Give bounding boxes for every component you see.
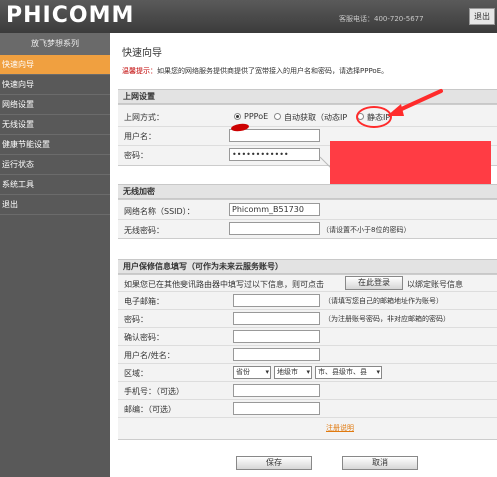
password-label: 密码：: [124, 151, 148, 160]
email-input[interactable]: [233, 294, 320, 307]
divider: [118, 309, 497, 310]
region-label: 区域：: [124, 369, 148, 378]
divider: [118, 417, 497, 418]
wifi-key-label: 无线密码：: [124, 226, 164, 235]
district-select[interactable]: 市、县级市、县 ▾: [315, 366, 382, 379]
radio-pppoe-label: PPPoE: [244, 112, 269, 121]
phone-input[interactable]: [233, 384, 320, 397]
account-password-label: 密码：: [124, 315, 148, 324]
divider: [118, 381, 497, 382]
radio-dhcp[interactable]: [274, 113, 281, 120]
account-intro: 如果您已在其他斐讯路由器中填写过以下信息，则可点击: [124, 280, 324, 289]
save-button[interactable]: 保存: [236, 456, 312, 470]
sidebar-item-power-saving[interactable]: 健康节能设置: [0, 135, 110, 155]
section-wireless-heading: 无线加密: [118, 184, 497, 199]
name-label: 用户名/姓名：: [124, 351, 175, 360]
sidebar-item-system-tools[interactable]: 系统工具: [0, 175, 110, 195]
online-login-button[interactable]: 在此登录: [345, 276, 403, 290]
email-label: 电子邮箱：: [124, 297, 164, 306]
city-value: 地级市: [277, 368, 298, 376]
divider: [118, 126, 497, 127]
sidebar: 放飞梦想系列 快速向导 快速向导 网络设置 无线设置 健康节能设置 运行状态 系…: [0, 33, 110, 477]
city-select[interactable]: 地级市 ▾: [274, 366, 312, 379]
chevron-down-icon: ▾: [306, 368, 310, 376]
account-password-input[interactable]: [233, 312, 320, 325]
chevron-down-icon: ▾: [265, 368, 269, 376]
email-note: （请填写您自己的邮箱地址作为账号）: [324, 297, 443, 305]
sidebar-item-status[interactable]: 运行状态: [0, 155, 110, 175]
username-input[interactable]: [229, 129, 320, 142]
wifi-key-note: （请设置不小于8位的密码）: [322, 226, 411, 234]
divider: [118, 219, 497, 220]
cancel-button[interactable]: 取消: [342, 456, 418, 470]
divider: [118, 327, 497, 328]
ssid-input[interactable]: Phicomm_B51730: [229, 203, 320, 216]
brand-logo: PHICOMM: [6, 3, 135, 28]
province-value: 省份: [236, 368, 250, 376]
province-select[interactable]: 省份 ▾: [233, 366, 271, 379]
confirm-password-input[interactable]: [233, 330, 320, 343]
section-account-heading: 用户保修信息填写（可作为未来云服务账号）: [118, 259, 497, 274]
postcode-label: 邮编：（可选）: [124, 405, 176, 414]
username-label: 用户名：: [124, 132, 156, 141]
annotation-arrow: [387, 89, 443, 116]
divider: [118, 399, 497, 400]
sidebar-item-logout[interactable]: 退出: [0, 195, 110, 215]
radio-dhcp-label: 自动获取（动态IP: [284, 113, 348, 122]
tip-text: 温馨提示：如果您的网络服务提供商提供了宽带接入的用户名和密码，请选择PPPoE。: [122, 66, 388, 76]
divider: [118, 345, 497, 346]
chevron-down-icon: ▾: [376, 368, 380, 376]
name-input[interactable]: [233, 348, 320, 361]
logout-button[interactable]: 退出: [469, 8, 495, 25]
sidebar-item-quick-wizard-active[interactable]: 快速向导: [0, 55, 110, 75]
divider: [118, 363, 497, 364]
sidebar-brand: 放飞梦想系列: [0, 33, 110, 55]
wifi-key-input[interactable]: [229, 222, 320, 235]
mode-label: 上网方式：: [124, 113, 164, 122]
sidebar-item-quick-wizard[interactable]: 快速向导: [0, 75, 110, 95]
phone-label: 手机号：（可选）: [124, 387, 184, 396]
account-intro-suffix: 以绑定账号信息: [407, 280, 463, 289]
sidebar-item-network[interactable]: 网络设置: [0, 95, 110, 115]
hotline-text: 客服电话：400-720-5677: [339, 15, 424, 23]
confirm-password-label: 确认密码：: [124, 333, 164, 342]
password-input[interactable]: ••••••••••••: [229, 148, 320, 161]
top-header: PHICOMM 客服电话：400-720-5677 退出: [0, 0, 497, 33]
page-title: 快速向导: [122, 48, 162, 59]
ssid-label: 网络名称（SSID）：: [124, 207, 195, 216]
tip-label: 温馨提示：: [122, 67, 157, 75]
sidebar-item-wireless[interactable]: 无线设置: [0, 115, 110, 135]
tip-body: 如果您的网络服务提供商提供了宽带接入的用户名和密码，请选择PPPoE。: [157, 67, 389, 75]
radio-pppoe[interactable]: [234, 113, 241, 120]
account-password-note: （为注册账号密码，非对应邮箱的密码）: [324, 315, 450, 323]
register-info-link[interactable]: 注册说明: [326, 423, 354, 433]
postcode-input[interactable]: [233, 402, 320, 415]
district-value: 市、县级市、县: [318, 368, 367, 376]
divider: [118, 291, 497, 292]
